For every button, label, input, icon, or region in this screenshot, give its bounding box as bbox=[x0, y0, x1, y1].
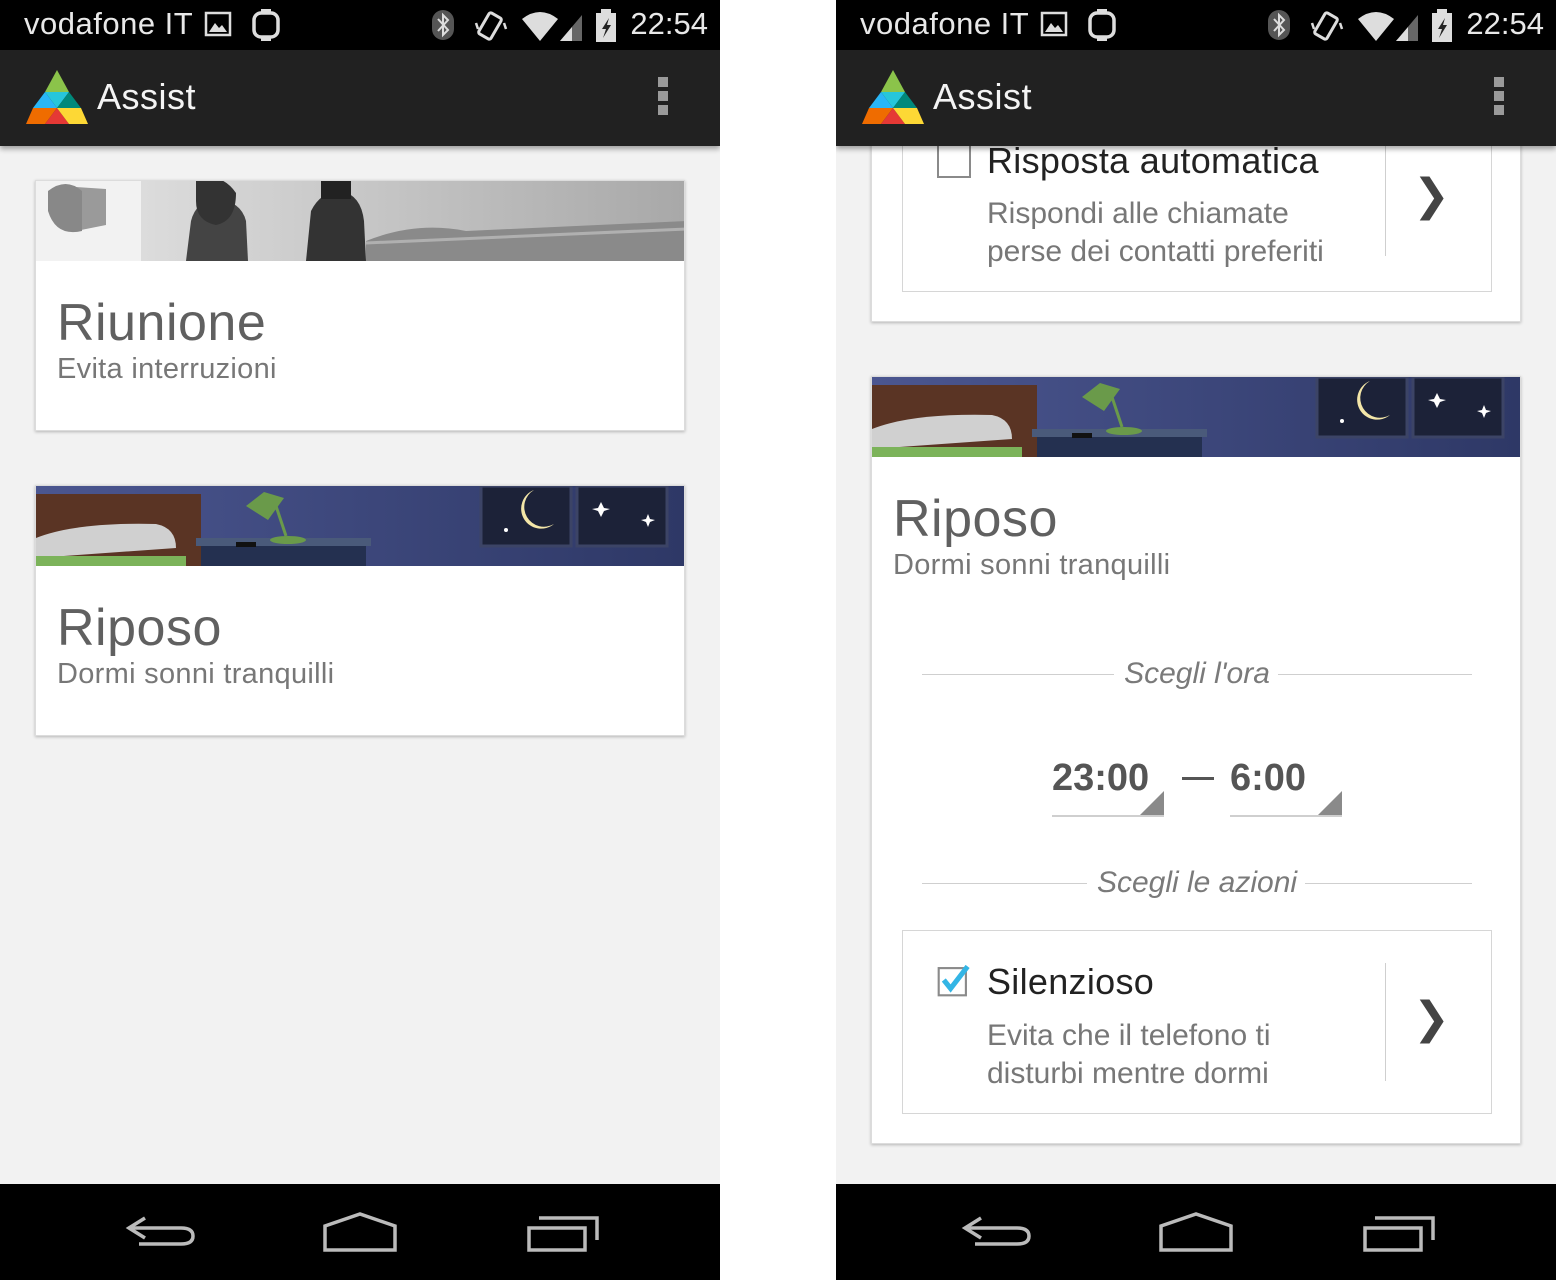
chevron-right-icon[interactable]: ❯ bbox=[1413, 993, 1450, 1044]
bluetooth-icon bbox=[1268, 10, 1290, 40]
right-screen: vodafone IT 22:54 Assist Risposta automa… bbox=[836, 0, 1556, 1280]
left-screen: vodafone IT 22:54 Assist Riunione Evita … bbox=[0, 0, 720, 1280]
card-riposo[interactable]: Riposo Dormi sonni tranquilli bbox=[35, 485, 685, 736]
action-description-line1: Rispondi alle chiamate bbox=[987, 197, 1289, 230]
card-subtitle: Dormi sonni tranquilli bbox=[57, 658, 335, 690]
meeting-banner-image bbox=[36, 181, 684, 261]
start-time-picker[interactable]: 23:00 bbox=[1052, 757, 1164, 817]
bedroom-banner-image bbox=[872, 377, 1520, 457]
vibrate-icon bbox=[1310, 11, 1344, 41]
action-silent[interactable]: Silenzioso Evita che il telefono ti dist… bbox=[902, 930, 1492, 1114]
checkbox-icon[interactable] bbox=[937, 963, 971, 997]
card-riposo-expanded: Riposo Dormi sonni tranquilli Scegli l'o… bbox=[871, 376, 1521, 1144]
home-icon[interactable] bbox=[315, 1204, 405, 1260]
action-separator bbox=[1385, 963, 1386, 1081]
overflow-menu-icon[interactable] bbox=[1491, 77, 1507, 121]
dropdown-corner-icon bbox=[1318, 791, 1342, 815]
app-logo-icon[interactable] bbox=[26, 70, 88, 124]
card-subtitle: Dormi sonni tranquilli bbox=[893, 549, 1171, 581]
card-subtitle: Evita interruzioni bbox=[57, 353, 277, 385]
nav-bar bbox=[0, 1184, 720, 1280]
time-range-dash bbox=[1182, 777, 1214, 780]
card-title: Riunione bbox=[57, 294, 267, 352]
action-title: Silenzioso bbox=[987, 961, 1155, 1002]
carrier-label: vodafone IT bbox=[24, 6, 194, 41]
back-icon[interactable] bbox=[115, 1204, 205, 1260]
wifi-icon bbox=[522, 12, 582, 41]
bluetooth-icon bbox=[432, 10, 454, 40]
section-divider-time: Scegli l'ora bbox=[922, 657, 1472, 690]
back-icon[interactable] bbox=[951, 1204, 1041, 1260]
app-title: Assist bbox=[97, 76, 197, 117]
recents-icon[interactable] bbox=[1351, 1204, 1441, 1260]
auto-reply-checkbox[interactable] bbox=[937, 144, 971, 178]
action-title: Risposta automatica bbox=[987, 140, 1319, 181]
watch-icon bbox=[1088, 9, 1116, 41]
action-description-line2: perse dei contatti preferiti bbox=[987, 235, 1324, 268]
start-time-value: 23:00 bbox=[1052, 757, 1150, 799]
section-divider-actions: Scegli le azioni bbox=[922, 866, 1472, 899]
end-time-picker[interactable]: 6:00 bbox=[1230, 757, 1342, 817]
nav-bar bbox=[836, 1184, 1556, 1280]
overflow-menu-icon[interactable] bbox=[655, 77, 671, 121]
status-bar: vodafone IT 22:54 bbox=[0, 0, 720, 50]
action-description-line1: Evita che il telefono ti bbox=[987, 1019, 1271, 1052]
end-time-value: 6:00 bbox=[1230, 757, 1307, 799]
action-description-line2: disturbi mentre dormi bbox=[987, 1057, 1269, 1090]
action-auto-reply[interactable]: Risposta automatica Rispondi alle chiama… bbox=[902, 130, 1492, 292]
gallery-icon bbox=[204, 11, 232, 37]
card-title: Riposo bbox=[893, 490, 1058, 548]
wifi-icon bbox=[1358, 12, 1418, 41]
action-bar: Assist bbox=[836, 50, 1556, 146]
watch-icon bbox=[252, 9, 280, 41]
home-icon[interactable] bbox=[1151, 1204, 1241, 1260]
app-logo-icon[interactable] bbox=[862, 70, 924, 124]
chevron-right-icon[interactable]: ❯ bbox=[1413, 170, 1450, 221]
carrier-label: vodafone IT bbox=[860, 6, 1030, 41]
vibrate-icon bbox=[474, 11, 508, 41]
battery-icon bbox=[1432, 9, 1452, 42]
app-title: Assist bbox=[933, 76, 1033, 117]
section-label-actions: Scegli le azioni bbox=[1096, 866, 1298, 899]
action-bar: Assist bbox=[0, 50, 720, 146]
dropdown-corner-icon bbox=[1140, 791, 1164, 815]
status-bar: vodafone IT 22:54 bbox=[836, 0, 1556, 50]
card-riunione[interactable]: Riunione Evita interruzioni bbox=[35, 180, 685, 431]
recents-icon[interactable] bbox=[515, 1204, 605, 1260]
action-separator bbox=[1385, 130, 1386, 256]
clock: 22:54 bbox=[1466, 6, 1544, 41]
bedroom-banner-image bbox=[36, 486, 684, 566]
gallery-icon bbox=[1040, 11, 1068, 37]
section-label-time: Scegli l'ora bbox=[1124, 657, 1270, 690]
battery-icon bbox=[596, 9, 616, 42]
card-title: Riposo bbox=[57, 599, 222, 657]
clock: 22:54 bbox=[630, 6, 708, 41]
